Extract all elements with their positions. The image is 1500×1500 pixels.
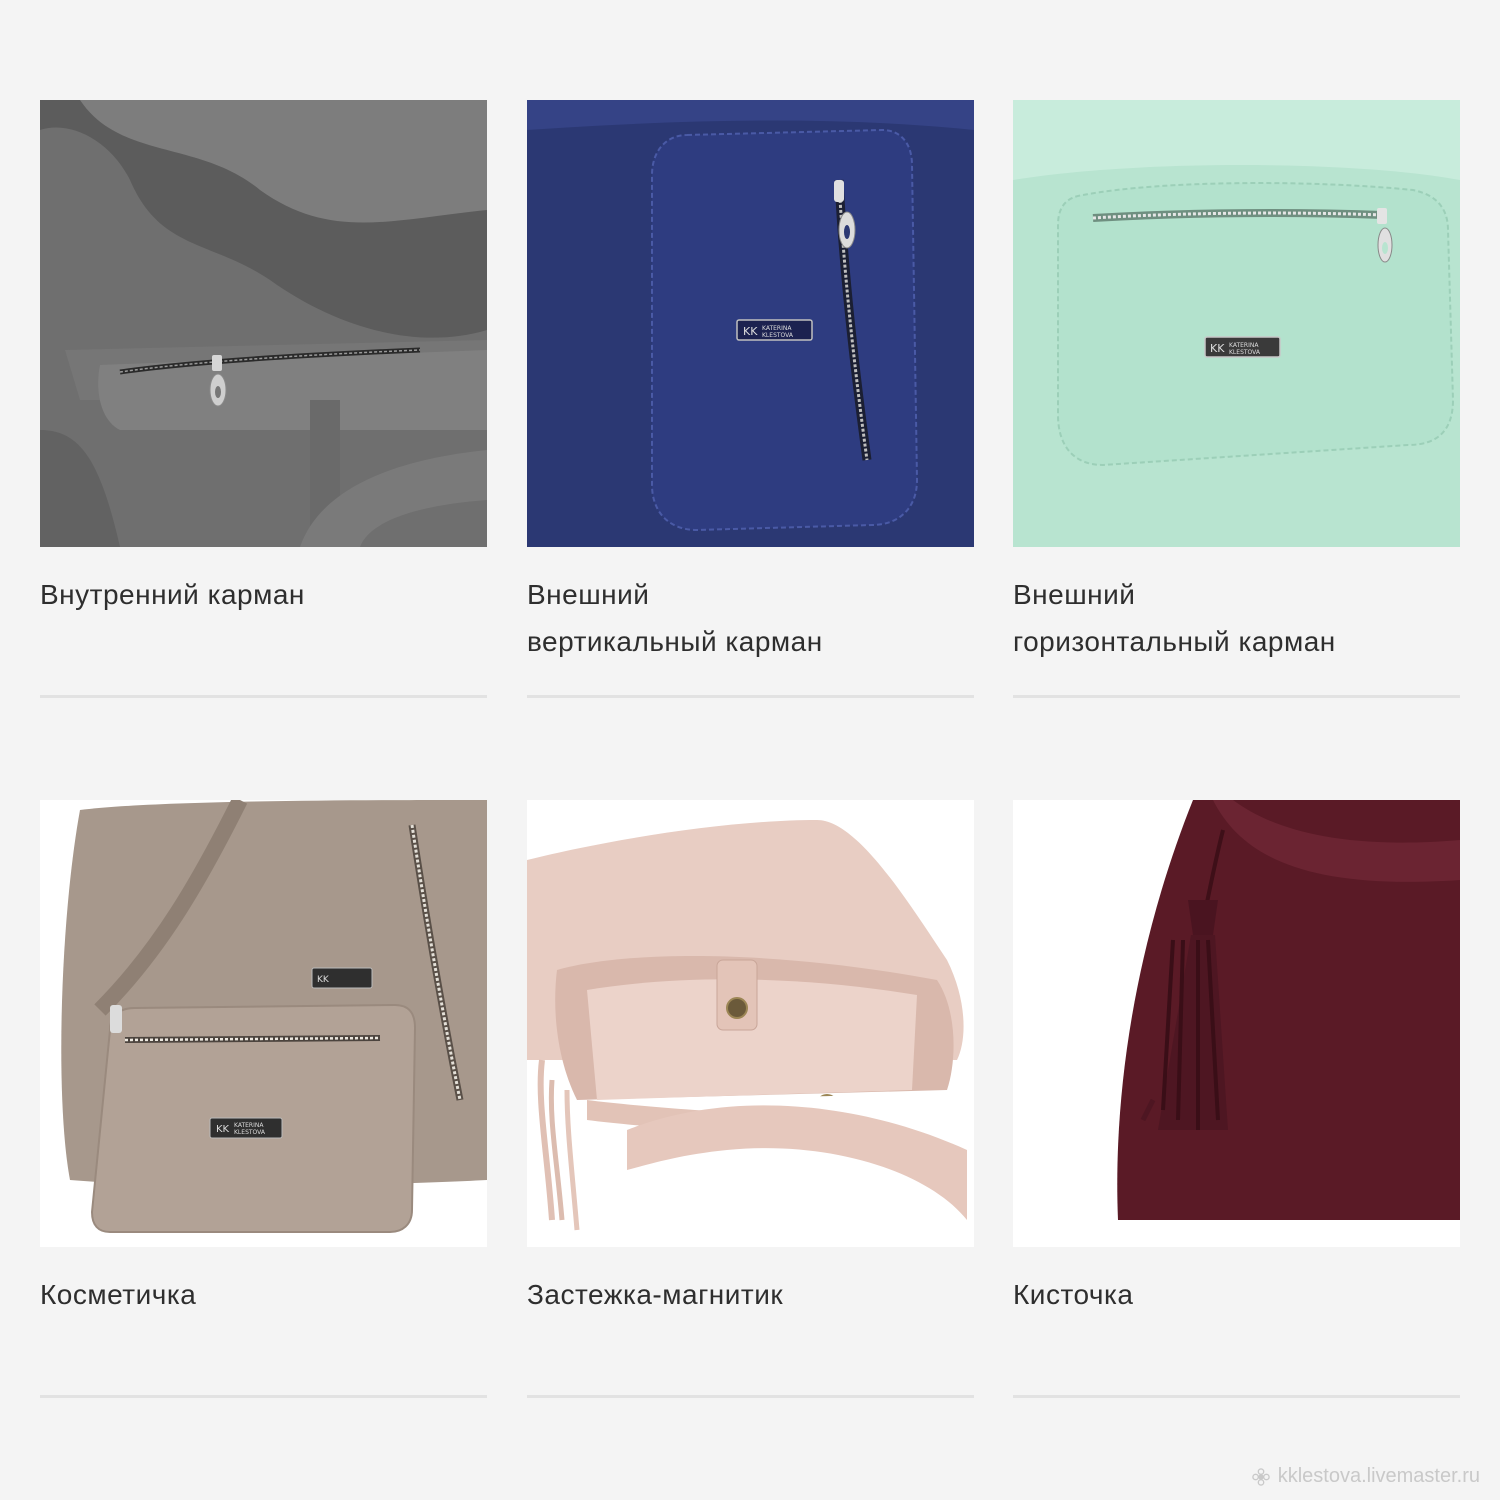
caption-line: Внешний xyxy=(527,579,650,610)
divider xyxy=(40,695,487,698)
logo-line2: KLESTOVA xyxy=(234,1129,266,1136)
divider xyxy=(527,695,974,698)
logo-monogram: KK xyxy=(1210,342,1225,355)
photo-tassel xyxy=(1013,800,1460,1247)
horizontal-pocket-image: KK KATERINA KLESTOVA xyxy=(1013,100,1460,547)
divider xyxy=(527,1395,974,1398)
photo-cosmetic-bag: KK KK KATERINA KLESTOVA xyxy=(40,800,487,1247)
caption-line: Внешний xyxy=(1013,579,1136,610)
photo-inner-pocket xyxy=(40,100,487,547)
logo-monogram: KK xyxy=(216,1124,230,1135)
caption-vertical-pocket: Внешний вертикальный карман xyxy=(527,571,974,665)
logo-line1: KATERINA xyxy=(762,325,792,332)
caption-tassel: Кисточка xyxy=(1013,1271,1460,1318)
product-card-tassel: Кисточка xyxy=(1013,800,1460,1318)
logo-monogram: KK xyxy=(743,325,758,338)
caption-line: Застежка-магнитик xyxy=(527,1279,784,1310)
logo-line1: KATERINA xyxy=(1229,342,1259,349)
caption-horizontal-pocket: Внешний горизонтальный карман xyxy=(1013,571,1460,665)
logo-line2: KLESTOVA xyxy=(762,332,794,339)
caption-cosmetic-bag: Косметичка xyxy=(40,1271,487,1318)
photo-magnetic-clasp xyxy=(527,800,974,1247)
caption-line: Кисточка xyxy=(1013,1279,1134,1310)
cosmetic-bag-image: KK KK KATERINA KLESTOVA xyxy=(40,800,487,1247)
photo-horizontal-pocket: KK KATERINA KLESTOVA xyxy=(1013,100,1460,547)
caption-inner-pocket: Внутренний карман xyxy=(40,571,487,618)
tassel-image xyxy=(1013,800,1460,1247)
photo-vertical-pocket: KK KATERINA KLESTOVA xyxy=(527,100,974,547)
caption-line: вертикальный карман xyxy=(527,626,823,657)
product-card-vertical-pocket: KK KATERINA KLESTOVA Внешний вертикальны… xyxy=(527,100,974,665)
divider xyxy=(1013,1395,1460,1398)
product-card-horizontal-pocket: KK KATERINA KLESTOVA Внешний горизонталь… xyxy=(1013,100,1460,665)
watermark: kklestova.livemaster.ru xyxy=(1251,1465,1480,1488)
logo-line1: KATERINA xyxy=(234,1122,264,1129)
logo-monogram: KK xyxy=(317,975,330,985)
vertical-pocket-image: KK KATERINA KLESTOVA xyxy=(527,100,974,547)
product-card-cosmetic-bag: KK KK KATERINA KLESTOVA Косметичка xyxy=(40,800,487,1318)
divider xyxy=(1013,695,1460,698)
inner-pocket-image xyxy=(40,100,487,547)
watermark-text: kklestova.livemaster.ru xyxy=(1277,1465,1480,1487)
caption-line: горизонтальный карман xyxy=(1013,626,1336,657)
logo-line2: KLESTOVA xyxy=(1229,349,1261,356)
flower-icon xyxy=(1251,1467,1270,1486)
divider xyxy=(40,1395,487,1398)
caption-magnetic-clasp: Застежка-магнитик xyxy=(527,1271,974,1318)
magnetic-clasp-image xyxy=(527,800,974,1247)
product-card-magnetic-clasp: Застежка-магнитик xyxy=(527,800,974,1318)
caption-line: Косметичка xyxy=(40,1279,197,1310)
product-card-inner-pocket: Внутренний карман xyxy=(40,100,487,618)
caption-line: Внутренний карман xyxy=(40,579,305,610)
